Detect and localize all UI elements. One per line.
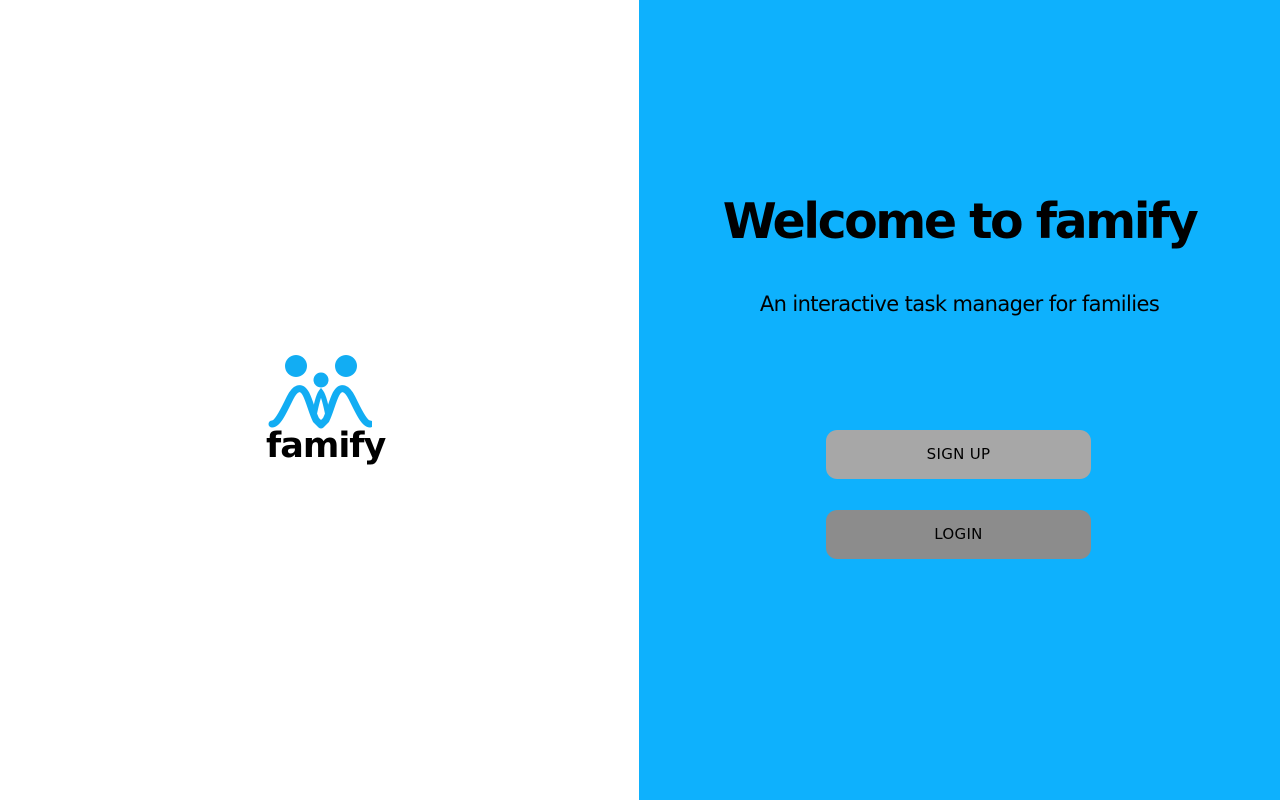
logo-wordmark: famify (266, 426, 386, 466)
family-figures-icon (268, 355, 372, 429)
brand-panel: famify (0, 0, 639, 800)
logo: famify (266, 352, 386, 466)
welcome-panel: Welcome to famify An interactive task ma… (639, 0, 1280, 800)
welcome-subtitle: An interactive task manager for families (759, 292, 1160, 316)
login-button[interactable]: LOGIN (826, 510, 1091, 559)
sign-up-button[interactable]: SIGN UP (826, 430, 1091, 479)
landing-page: famify Welcome to famify An interactive … (0, 0, 1280, 800)
welcome-title: Welcome to famify (722, 193, 1199, 250)
